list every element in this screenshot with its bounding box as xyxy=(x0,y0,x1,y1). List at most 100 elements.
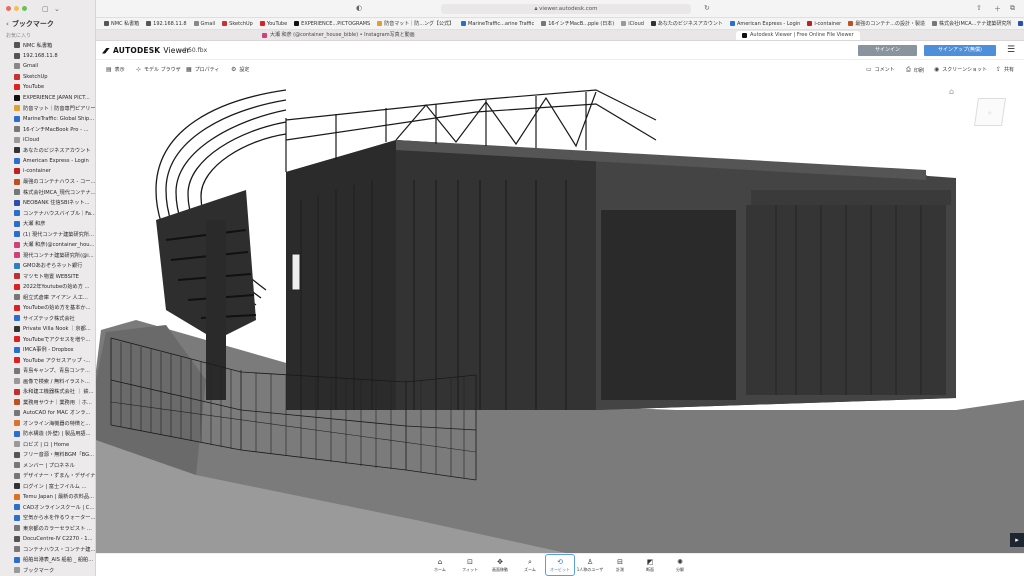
sidebar-bookmark-item[interactable]: Private Villa Nook ｜京都... xyxy=(0,324,95,335)
toolbar-item-share[interactable]: ⇪ 共有 xyxy=(996,66,1014,73)
tool-explode[interactable]: ✺ 分解 xyxy=(665,554,695,576)
sidebar-bookmark-item[interactable]: YouTube xyxy=(0,82,95,93)
sidebar-bookmark-item[interactable]: 16インチMacBook Pro - ... xyxy=(0,124,95,135)
sidebar-bookmark-item[interactable]: オンライン海機器の特徴と... xyxy=(0,418,95,429)
sidebar-bookmark-item[interactable]: IMCA事例 - Dropbox xyxy=(0,345,95,356)
sidebar-bookmark-item[interactable]: 組立式倉庫 アイアン 人工... xyxy=(0,292,95,303)
sidebar-bookmark-item[interactable]: 防音マット｜防音専門ピアリー... xyxy=(0,103,95,114)
sidebar-bookmark-item[interactable]: 192.168.11.8 xyxy=(0,51,95,62)
sidebar-bookmark-item[interactable]: コンテナハウス・コンテナ建... xyxy=(0,544,95,555)
bookmark-bar-item[interactable]: NEOBANK 住信SBIネット銀行 xyxy=(1018,20,1024,27)
sidebar-bookmark-item[interactable]: 防水構造 (外壁) | 製品用語... xyxy=(0,429,95,440)
sidebar-bookmark-item[interactable]: Temu Japan | 最新の衣料品... xyxy=(0,492,95,503)
sidebar-bookmark-item[interactable]: DocuCentre-IV C2270 - 1... xyxy=(0,534,95,545)
sidebar-bookmark-item[interactable]: 現代コンテナ建築研究所(@i... xyxy=(0,250,95,261)
bookmark-bar-item[interactable]: NMC 私書箱 xyxy=(104,20,139,27)
viewcube-widget[interactable]: ◇ xyxy=(974,98,1006,126)
bookmark-bar-item[interactable]: 防音マット｜防...ング【公式】 xyxy=(377,20,454,27)
autodesk-logo[interactable]: AUTODESK Viewer xyxy=(102,46,190,55)
sidebar-bookmark-item[interactable]: MarineTraffic: Global Ship... xyxy=(0,114,95,125)
tool-pan[interactable]: ✥ 画面移動 xyxy=(485,554,515,576)
tool-fit[interactable]: ⊡ フィット xyxy=(455,554,485,576)
bookmark-bar-item[interactable]: 株式会社IMCA...テナ建築研究所 xyxy=(932,20,1011,27)
sidebar-bookmark-item[interactable]: メンバー | プロネネル xyxy=(0,460,95,471)
tool-zoom[interactable]: ⌕ ズーム xyxy=(515,554,545,576)
sidebar-bookmark-item[interactable]: 業務用サウナ｜業務用 ｜ホ... xyxy=(0,397,95,408)
sidebar-bookmark-item[interactable]: あなたのビジネスアカウント xyxy=(0,145,95,156)
sidebar-bookmark-item[interactable]: 大瀬 和彦(@container_hou... xyxy=(0,240,95,251)
sidebar-bookmark-item[interactable]: NMC 私書箱 xyxy=(0,40,95,51)
bookmark-bar-item[interactable]: MarineTraffic...arine Traffic xyxy=(461,21,534,27)
bookmark-bar-item[interactable]: Gmail xyxy=(193,21,215,27)
sidebar-bookmark-item[interactable]: ブックマーク xyxy=(0,565,95,576)
toolbar-item-model-browser[interactable]: ⊹ モデル ブラウザ xyxy=(136,66,181,73)
chat-icon[interactable]: ▸ xyxy=(1010,533,1024,547)
bookmark-bar-item[interactable]: 192.168.11.8 xyxy=(146,21,187,27)
bookmark-bar-item[interactable]: EXPERIENCE...PICTOGRAMS xyxy=(294,21,370,27)
tool-first-person[interactable]: ♙ 1人称のユーザ xyxy=(575,554,605,576)
sidebar-bookmark-item[interactable]: NEOBANK 住信SBIネット... xyxy=(0,198,95,209)
tool-measure[interactable]: ⊟ 計測 xyxy=(605,554,635,576)
sidebar-bookmark-item[interactable]: デザイナー・ずまん・デザイナ... xyxy=(0,471,95,482)
zoom-window-button[interactable] xyxy=(22,6,27,11)
sidebar-bookmark-item[interactable]: EXPERIENCE JAPAN PICT... xyxy=(0,93,95,104)
bookmark-bar-item[interactable]: あなたのビジネスアカウント xyxy=(650,20,723,27)
hamburger-menu-icon[interactable]: ☰ xyxy=(1007,45,1015,55)
toolbar-item-view[interactable]: ▤ 表示 xyxy=(106,66,125,73)
tab-overview-icon[interactable]: ⧉ xyxy=(1010,4,1015,13)
sidebar-bookmark-item[interactable]: GMOあおぞらネット銀行 xyxy=(0,261,95,272)
bookmark-bar-item[interactable]: SketchUp xyxy=(222,21,253,27)
sidebar-bookmark-item[interactable]: 画像で検索 / 無料イラスト... xyxy=(0,376,95,387)
signin-button[interactable]: サインイン xyxy=(858,45,917,56)
bookmark-bar-item[interactable]: iCloud xyxy=(621,21,644,27)
sidebar-bookmark-item[interactable]: YouTube アクセスアップ -... xyxy=(0,355,95,366)
sidebar-bookmark-item[interactable]: ロビズ | ロ | Home xyxy=(0,439,95,450)
sidebar-bookmark-item[interactable]: 永和建工機器株式会社 ｜ 鉄... xyxy=(0,387,95,398)
tool-section[interactable]: ◩ 断面 xyxy=(635,554,665,576)
sidebar-bookmark-item[interactable]: 株式会社IMCA_現代コンテナ... xyxy=(0,187,95,198)
sidebar-bookmark-item[interactable]: YouTubeでアクセスを増や... xyxy=(0,334,95,345)
browser-tab[interactable]: 大瀬 和彦 (@container_house_bible) • Instagr… xyxy=(256,31,421,40)
sidebar-bookmark-item[interactable]: SketchUp xyxy=(0,72,95,83)
sidebar-bookmark-item[interactable]: i-container xyxy=(0,166,95,177)
sidebar-bookmark-item[interactable]: iCloud xyxy=(0,135,95,146)
sidebar-bookmark-item[interactable]: 2022年Youtubeの始め方 ... xyxy=(0,282,95,293)
bookmark-bar-item[interactable]: 16インチMacB...pple (日本) xyxy=(541,20,614,27)
sidebar-bookmark-item[interactable]: AutoCAD for MAC オンラ... xyxy=(0,408,95,419)
model-viewport[interactable]: ⌂ ◇ ▸ xyxy=(96,80,1024,553)
toolbar-item-settings[interactable]: ⚙ 設定 xyxy=(231,66,249,73)
browser-tab[interactable]: Autodesk Viewer | Free Online File Viewe… xyxy=(736,31,860,40)
sidebar-toggle-icon[interactable]: ▢ xyxy=(42,5,49,13)
sidebar-bookmark-item[interactable]: コンテナハウスバイブル｜Fa... xyxy=(0,208,95,219)
toolbar-item-comment[interactable]: ▭ コメント xyxy=(866,66,895,73)
share-icon[interactable]: ⇧ xyxy=(976,4,982,12)
sidebar-bookmark-item[interactable]: フリー音源・無料BGM「BG... xyxy=(0,450,95,461)
sidebar-bookmark-item[interactable]: サイズテック株式会社 xyxy=(0,313,95,324)
bookmark-bar-item[interactable]: American Express - Login xyxy=(729,21,800,27)
sidebar-bookmark-item[interactable]: 東京都のカラーセラピスト ... xyxy=(0,523,95,534)
sidebar-bookmark-item[interactable]: ログイン | 富士フイルム ... xyxy=(0,481,95,492)
bookmark-bar-item[interactable]: i-container xyxy=(807,21,841,27)
sidebar-bookmark-item[interactable]: YouTubeの始め方を基本か... xyxy=(0,303,95,314)
tool-home[interactable]: ⌂ ホーム xyxy=(425,554,455,576)
sidebar-bookmark-item[interactable]: 青島キャンプ、青島コンテ... xyxy=(0,366,95,377)
minimize-window-button[interactable] xyxy=(14,6,19,11)
new-tab-icon[interactable]: ＋ xyxy=(994,4,1001,14)
sidebar-bookmark-item[interactable]: (1) 現代コンテナ建築研究所... xyxy=(0,229,95,240)
sidebar-bookmark-item[interactable]: 大瀬 和彦 xyxy=(0,219,95,230)
sidebar-bookmark-item[interactable]: CADオンラインスクール | C... xyxy=(0,502,95,513)
reload-icon[interactable]: ↻ xyxy=(704,4,710,12)
shield-icon[interactable]: ◐ xyxy=(356,4,362,12)
sidebar-bookmark-item[interactable]: 船舶出港表_AIS 船舶 _ 船舶... xyxy=(0,555,95,566)
chevron-down-icon[interactable]: ⌄ xyxy=(54,5,60,13)
bookmark-bar-item[interactable]: 最強のコンテナ...の設計・製造 xyxy=(848,20,925,27)
toolbar-item-camera[interactable]: ◉ スクリーンショット xyxy=(934,66,987,73)
signup-button[interactable]: サインアップ(無償) xyxy=(924,45,996,56)
sidebar-bookmark-item[interactable]: Gmail xyxy=(0,61,95,72)
close-window-button[interactable] xyxy=(6,6,11,11)
tool-orbit[interactable]: ⟲ オービット xyxy=(545,554,575,576)
address-bar[interactable]: 🔒︎ viewer.autodesk.com xyxy=(441,4,691,14)
viewcube-home-icon[interactable]: ⌂ xyxy=(949,87,954,96)
sidebar-bookmark-item[interactable]: American Express - Login xyxy=(0,156,95,167)
toolbar-item-properties[interactable]: ▦ プロパティ xyxy=(186,66,219,73)
